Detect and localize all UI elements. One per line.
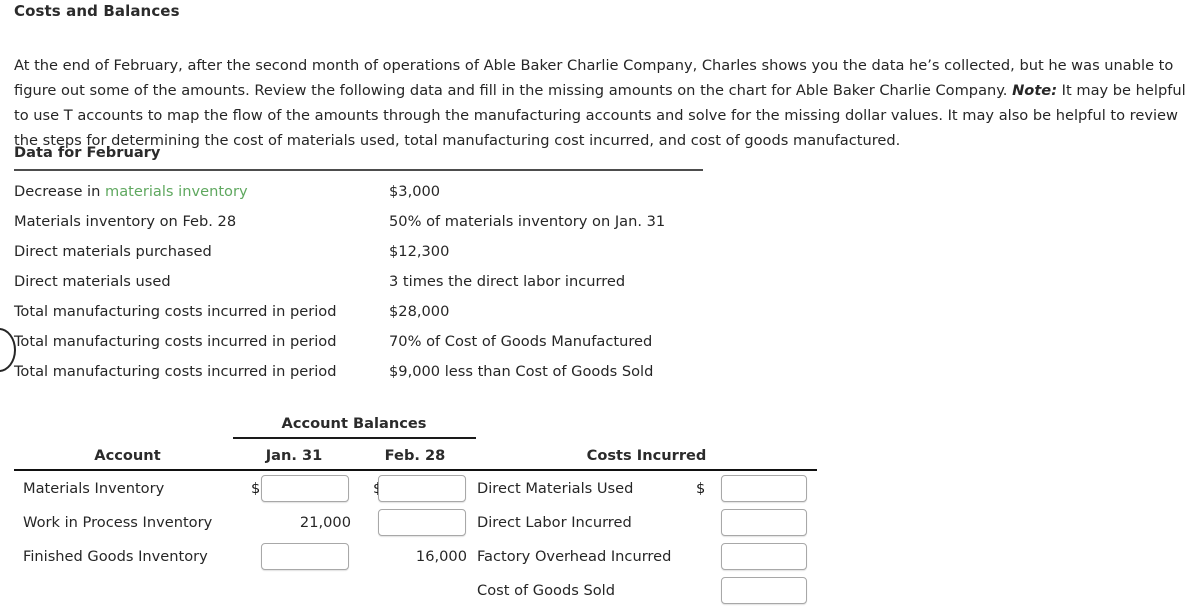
data-row-label: Decrease in materials inventory — [14, 176, 389, 206]
cost-incurred-label: Cost of Goods Sold — [477, 582, 615, 599]
data-row-value: 50% of materials inventory on Jan. 31 — [389, 212, 666, 230]
account-balances-group-header: Account Balances — [281, 415, 427, 432]
intro-paragraph: At the end of February, after the second… — [14, 53, 1186, 153]
table-row: Materials inventory on Feb. 28 50% of ma… — [14, 206, 774, 236]
data-row-value: $12,300 — [389, 242, 450, 260]
factory-overhead-incurred-input[interactable] — [721, 543, 807, 570]
data-row-label-prefix: Decrease in — [14, 182, 106, 200]
jan-31-cell: $ — [233, 474, 355, 508]
cost-incurred-cell — [700, 508, 817, 542]
cost-incurred-label: Direct Materials Used — [477, 480, 634, 497]
column-header-feb-28: Feb. 28 — [384, 447, 446, 464]
intro-note-label: Note: — [1012, 81, 1058, 99]
table-row: Materials Inventory $ $ Direct Materials… — [0, 474, 1200, 508]
feb-28-cell: $ — [355, 474, 475, 508]
account-name: Materials Inventory — [23, 480, 165, 497]
cost-incurred-cell: $ — [696, 474, 817, 508]
table-row: Direct materials purchased $12,300 — [14, 236, 774, 266]
account-name[interactable]: Work in Process Inventory — [23, 514, 212, 531]
table-row: Total manufacturing costs incurred in pe… — [14, 356, 774, 386]
data-row-value: $9,000 less than Cost of Goods Sold — [389, 362, 654, 380]
data-section-title: Data for February — [14, 144, 161, 161]
feb-28-cell: 16,000 — [355, 542, 475, 576]
cost-incurred-label: Factory Overhead Incurred — [477, 548, 672, 565]
data-row-value: 70% of Cost of Goods Manufactured — [389, 332, 653, 350]
column-header-account: Account — [94, 447, 161, 464]
table-row: Cost of Goods Sold — [0, 576, 1200, 610]
jan-31-value: 21,000 — [299, 514, 351, 531]
account-balances-group-divider — [233, 437, 476, 439]
data-section-divider — [14, 169, 703, 171]
jan-31-cell — [233, 542, 355, 576]
table-row: Direct materials used 3 times the direct… — [14, 266, 774, 296]
data-table-body: Decrease in materials inventory $3,000 M… — [14, 176, 774, 386]
page-title: Costs and Balances — [14, 2, 180, 20]
direct-materials-used-input[interactable] — [721, 475, 807, 502]
table-row: Decrease in materials inventory $3,000 — [14, 176, 774, 206]
dollar-sign: $ — [696, 480, 706, 497]
table-row: Total manufacturing costs incurred in pe… — [14, 296, 774, 326]
table-row: Total manufacturing costs incurred in pe… — [14, 326, 774, 356]
feb-28-cell — [355, 508, 475, 542]
direct-labor-incurred-input[interactable] — [721, 509, 807, 536]
work-in-process-feb-input[interactable] — [378, 509, 466, 536]
jan-31-cell: 21,000 — [233, 508, 355, 542]
account-name[interactable]: Finished Goods Inventory — [23, 548, 208, 565]
data-row-label: Direct materials used — [14, 272, 171, 290]
data-row-label: Total manufacturing costs incurred in pe… — [14, 332, 337, 350]
dollar-sign: $ — [251, 480, 261, 497]
data-row-label: Materials inventory on Feb. 28 — [14, 212, 237, 230]
cost-incurred-cell — [700, 576, 817, 610]
cost-incurred-cell — [700, 542, 817, 576]
data-row-label: Total manufacturing costs incurred in pe… — [14, 362, 337, 380]
data-row-value: $3,000 — [389, 182, 441, 200]
column-header-jan-31: Jan. 31 — [265, 447, 323, 464]
data-row-value: 3 times the direct labor incurred — [389, 272, 626, 290]
column-header-costs-incurred: Costs Incurred — [586, 447, 707, 464]
materials-inventory-feb-input[interactable] — [378, 475, 466, 502]
balances-header-divider — [14, 469, 817, 471]
cost-incurred-label: Direct Labor Incurred — [477, 514, 632, 531]
finished-goods-jan-input[interactable] — [261, 543, 349, 570]
data-for-february-table: Decrease in materials inventory $3,000 M… — [14, 176, 774, 386]
data-row-label: Direct materials purchased — [14, 242, 212, 260]
feb-28-value: 16,000 — [415, 548, 467, 565]
data-row-value: $28,000 — [389, 302, 450, 320]
intro-text-part1: At the end of February, after the second… — [14, 56, 1174, 99]
data-row-label: Total manufacturing costs incurred in pe… — [14, 302, 337, 320]
table-row: Finished Goods Inventory 16,000 Factory … — [0, 542, 1200, 576]
cost-of-goods-sold-input[interactable] — [721, 577, 807, 604]
table-row: Work in Process Inventory 21,000 Direct … — [0, 508, 1200, 542]
materials-inventory-link[interactable]: materials inventory — [105, 183, 248, 200]
materials-inventory-jan-input[interactable] — [261, 475, 349, 502]
